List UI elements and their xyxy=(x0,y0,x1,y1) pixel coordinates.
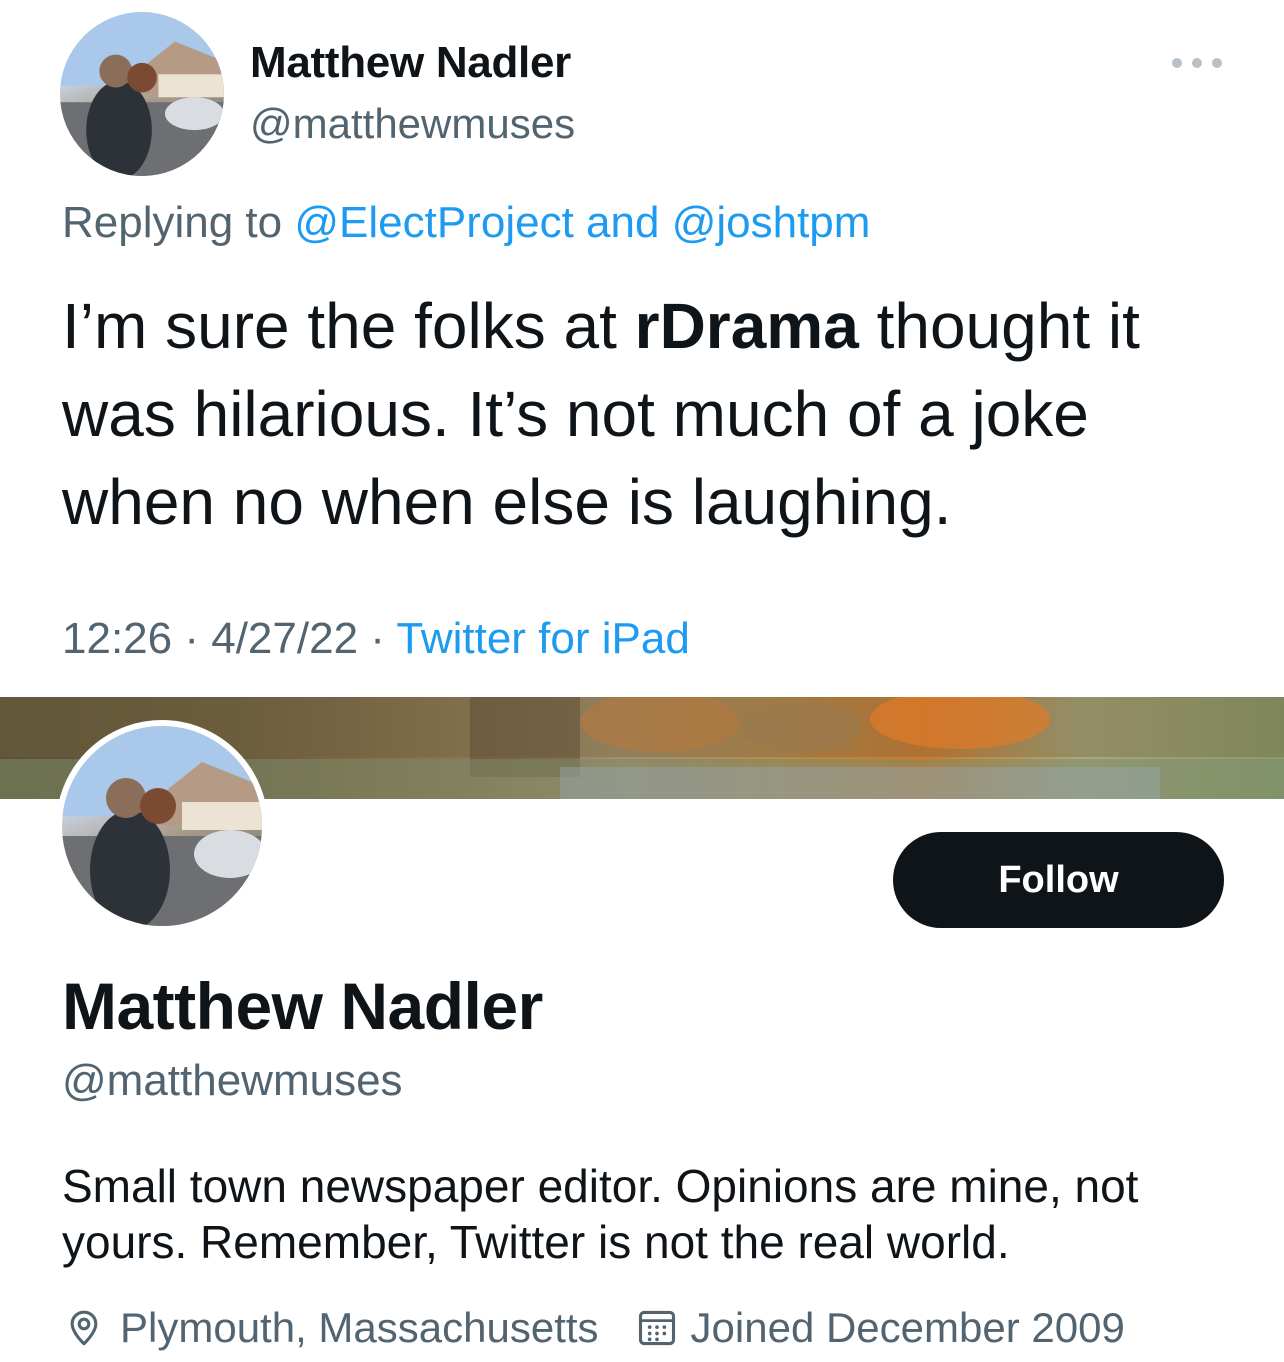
tweet-source[interactable]: Twitter for iPad xyxy=(396,614,689,663)
follow-button[interactable]: Follow xyxy=(893,832,1224,928)
location-pin-icon xyxy=(70,1310,98,1346)
more-dot xyxy=(1192,58,1202,68)
reply-and[interactable]: and xyxy=(586,198,659,247)
more-dot xyxy=(1172,58,1182,68)
replying-to-prefix: Replying to xyxy=(62,198,283,247)
meta-separator: · xyxy=(184,614,199,663)
more-options-icon[interactable] xyxy=(1172,48,1222,78)
tweet-date[interactable]: 4/27/22 xyxy=(211,614,358,663)
profile-handle: @matthewmuses xyxy=(62,1056,403,1105)
profile-meta: Plymouth, Massachusetts Joined December … xyxy=(62,1304,1125,1352)
tweet-text-bold: rDrama xyxy=(634,290,859,362)
tweet-text-part1: I’m sure the folks at xyxy=(62,290,635,362)
tweet-text: I’m sure the folks at rDrama thought it … xyxy=(62,282,1232,546)
replying-to-line: Replying to @ElectProject and @joshtpm xyxy=(62,198,870,248)
more-dot xyxy=(1212,58,1222,68)
reply-mention-joshtpm[interactable]: @joshtpm xyxy=(672,198,871,247)
calendar-icon xyxy=(638,1310,675,1346)
profile-joined-text: Joined December 2009 xyxy=(690,1304,1125,1351)
meta-separator: · xyxy=(370,614,385,663)
avatar-photo xyxy=(62,726,262,926)
tweet-author-avatar[interactable] xyxy=(60,12,224,176)
tweet-time[interactable]: 12:26 xyxy=(62,614,172,663)
tweet-author-handle[interactable]: @matthewmuses xyxy=(250,100,575,148)
profile-location: Plymouth, Massachusetts xyxy=(62,1304,599,1352)
tweet-meta: 12:26 · 4/27/22 · Twitter for iPad xyxy=(62,614,690,664)
profile-joined: Joined December 2009 xyxy=(635,1304,1125,1352)
profile-name: Matthew Nadler xyxy=(62,969,543,1043)
profile-location-text: Plymouth, Massachusetts xyxy=(120,1304,599,1351)
reply-mention-electproject[interactable]: @ElectProject xyxy=(294,198,573,247)
avatar-photo xyxy=(60,12,224,176)
tweet-author-name[interactable]: Matthew Nadler xyxy=(250,38,571,88)
profile-bio: Small town newspaper editor. Opinions ar… xyxy=(62,1160,1139,1268)
profile-avatar[interactable] xyxy=(56,720,268,932)
